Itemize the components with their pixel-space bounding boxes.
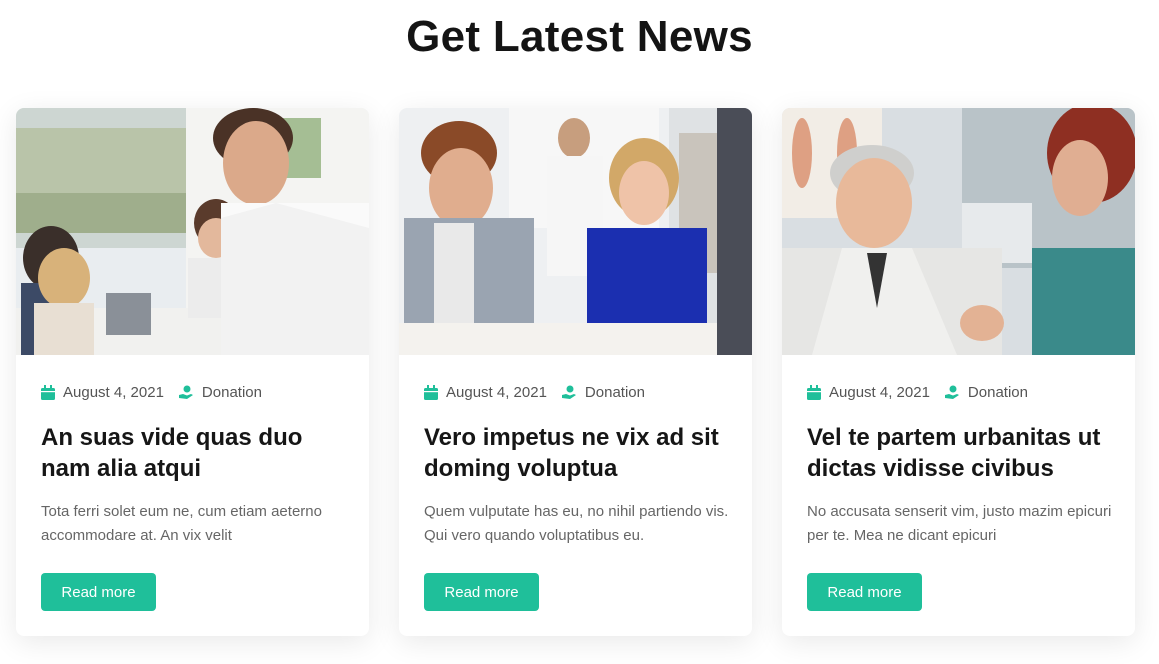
post-date: August 4, 2021 [829,384,930,401]
news-image[interactable] [399,108,752,355]
news-card: August 4, 2021 Donation Vel te partem ur… [782,108,1135,636]
post-meta: August 4, 2021 Donation [41,384,262,401]
read-more-button[interactable]: Read more [807,573,922,611]
post-title[interactable]: Vero impetus ne vix ad sit doming volupt… [424,422,734,484]
post-meta: August 4, 2021 Donation [807,384,1028,401]
read-more-button[interactable]: Read more [41,573,156,611]
calendar-icon [41,385,55,400]
calendar-icon [424,385,438,400]
post-excerpt: Quem vulputate has eu, no nihil partiend… [424,503,729,544]
news-cards: August 4, 2021 Donation An suas vide qua… [16,108,1146,636]
post-category[interactable]: Donation [968,384,1028,401]
post-date: August 4, 2021 [446,384,547,401]
post-title[interactable]: An suas vide quas duo nam alia atqui [41,422,351,484]
news-card: August 4, 2021 Donation Vero impetus ne … [399,108,752,636]
calendar-icon [807,385,821,400]
post-date: August 4, 2021 [63,384,164,401]
news-image[interactable] [16,108,369,355]
section-title: Get Latest News [406,12,753,61]
donation-hand-icon[interactable] [561,385,577,400]
donation-hand-icon[interactable] [944,385,960,400]
read-more-button[interactable]: Read more [424,573,539,611]
post-excerpt: Tota ferri solet eum ne, cum etiam aeter… [41,503,322,544]
post-title[interactable]: Vel te partem urbanitas ut dictas vidiss… [807,422,1117,484]
news-card: August 4, 2021 Donation An suas vide qua… [16,108,369,636]
post-excerpt: No accusata senserit vim, justo mazim ep… [807,503,1112,544]
news-image[interactable] [782,108,1135,355]
post-category[interactable]: Donation [202,384,262,401]
post-meta: August 4, 2021 Donation [424,384,645,401]
post-category[interactable]: Donation [585,384,645,401]
donation-hand-icon[interactable] [178,385,194,400]
